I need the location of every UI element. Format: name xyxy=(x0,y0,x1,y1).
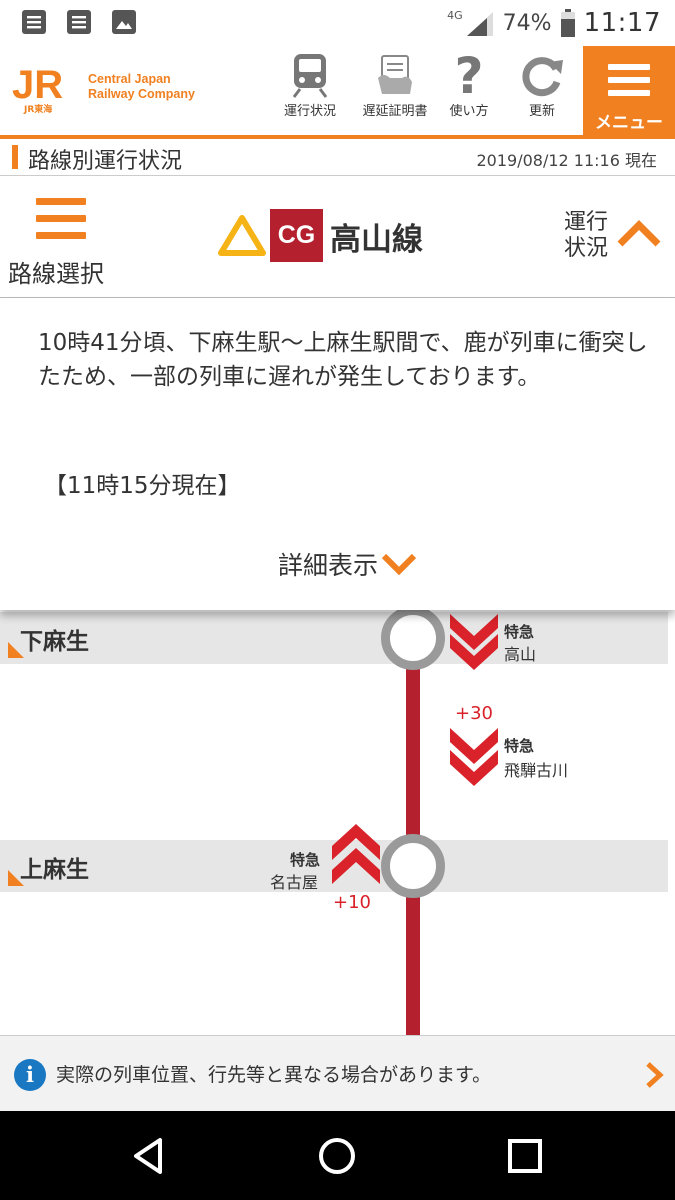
page-title-bar: 路線別運行状況 2019/08/12 11:16 現在 xyxy=(0,139,675,176)
train-type: 特急 xyxy=(290,851,321,869)
image-icon xyxy=(112,10,136,34)
menu-button[interactable]: メニュー xyxy=(583,46,675,135)
refresh-icon xyxy=(504,46,580,104)
station-row-shimoasou[interactable]: 下麻生 xyxy=(0,612,668,664)
train-destination: 高山 xyxy=(504,645,537,664)
certificate-icon xyxy=(357,46,433,104)
line-select-button[interactable]: 路線選択 xyxy=(8,194,118,294)
disclaimer-text: 実際の列車位置、行先等と異なる場合があります。 xyxy=(56,1064,492,1086)
line-code-badge: CG xyxy=(270,209,323,262)
network-type: 4G xyxy=(447,8,463,22)
help-icon: ? xyxy=(431,46,507,104)
clock: 11:17 xyxy=(583,8,661,38)
delay-certificate-label: 遅延証明書 xyxy=(362,104,428,119)
line-name: 高山線 xyxy=(330,222,423,258)
line-select-label: 路線選択 xyxy=(8,260,104,288)
chevron-down-icon xyxy=(381,553,417,576)
train-icon xyxy=(272,46,348,104)
station-corner-marker xyxy=(8,870,24,886)
status-message: 10時41分頃、下麻生駅〜上麻生駅間で、鹿が列車に衝突したため、一部の列車に遅れ… xyxy=(38,330,648,390)
company-name: Central Japan Railway Company xyxy=(88,72,195,101)
operation-status-button[interactable]: 運行状況 xyxy=(272,46,348,135)
train-marker-up[interactable] xyxy=(330,824,382,894)
updated-timestamp: 2019/08/12 11:16 現在 xyxy=(476,151,657,170)
up-train-chevron-icon xyxy=(332,824,380,884)
jr-central-logo[interactable]: JR JR東海 Central Japan Railway Company xyxy=(12,64,212,116)
svg-text:?: ? xyxy=(454,51,483,99)
refresh-button[interactable]: 更新 xyxy=(504,46,580,135)
chevron-up-icon xyxy=(617,220,661,247)
operation-status-toggle[interactable]: 運行 状況 xyxy=(550,206,670,266)
jr-logo-mark: JR xyxy=(12,64,63,104)
show-details-label: 詳細表示 xyxy=(278,551,379,580)
hamburger-icon xyxy=(36,198,86,249)
how-to-use-label: 使い方 xyxy=(449,104,489,119)
notes-icon xyxy=(22,10,46,34)
position-disclaimer[interactable]: i 実際の列車位置、行先等と異なる場合があります。 xyxy=(0,1035,675,1111)
refresh-label: 更新 xyxy=(528,104,555,119)
route-header: 路線選択 CG 高山線 運行 状況 xyxy=(0,176,675,298)
svg-text:JR: JR xyxy=(12,64,63,104)
line-map[interactable]: 下麻生 上麻生 特急 高山 +30 特急 飛騨古川 特急 名古屋 +10 xyxy=(0,610,675,1035)
delay-certificate-button[interactable]: 遅延証明書 xyxy=(357,46,433,135)
system-nav-bar xyxy=(0,1111,675,1200)
operation-status-toggle-label: 運行 状況 xyxy=(563,210,608,261)
train-type: 特急 xyxy=(504,623,535,641)
down-train-chevron-icon xyxy=(450,728,498,786)
recents-icon[interactable] xyxy=(504,1135,546,1177)
train-destination: 飛騨古川 xyxy=(504,761,569,780)
chevron-right-icon xyxy=(646,1062,664,1088)
notes-icon xyxy=(67,10,91,34)
train-delay: +10 xyxy=(333,892,371,913)
logo-subtext: JR東海 xyxy=(24,105,53,115)
menu-label: メニュー xyxy=(595,113,663,133)
train-delay: +30 xyxy=(455,703,493,724)
train-destination: 名古屋 xyxy=(270,873,319,892)
status-bar: 4G 74% 11:17 xyxy=(0,0,675,46)
status-message-time: 【11時15分現在】 xyxy=(44,473,241,499)
info-icon: i xyxy=(14,1059,46,1091)
station-name: 下麻生 xyxy=(20,629,89,655)
station-corner-marker xyxy=(8,642,24,658)
station-name: 上麻生 xyxy=(20,857,89,883)
operation-status-label: 運行状況 xyxy=(283,104,336,119)
battery-percent: 74% xyxy=(502,10,552,36)
train-marker-down[interactable] xyxy=(448,728,500,796)
how-to-use-button[interactable]: ? 使い方 xyxy=(431,46,507,135)
title-accent xyxy=(12,145,18,169)
warning-triangle-icon xyxy=(218,215,266,256)
status-message-panel: 10時41分頃、下麻生駅〜上麻生駅間で、鹿が列車に衝突したため、一部の列車に遅れ… xyxy=(0,298,675,610)
home-icon[interactable] xyxy=(316,1135,358,1177)
train-type: 特急 xyxy=(504,737,535,755)
show-details-button[interactable]: 詳細表示 xyxy=(278,544,418,584)
down-train-chevron-icon xyxy=(450,614,498,670)
hamburger-icon xyxy=(608,64,650,103)
battery-icon xyxy=(560,9,575,37)
page-title: 路線別運行状況 xyxy=(28,149,183,174)
back-icon[interactable] xyxy=(128,1135,170,1177)
station-marker xyxy=(381,834,445,898)
train-marker-down[interactable] xyxy=(448,614,500,678)
signal-icon xyxy=(466,12,493,36)
